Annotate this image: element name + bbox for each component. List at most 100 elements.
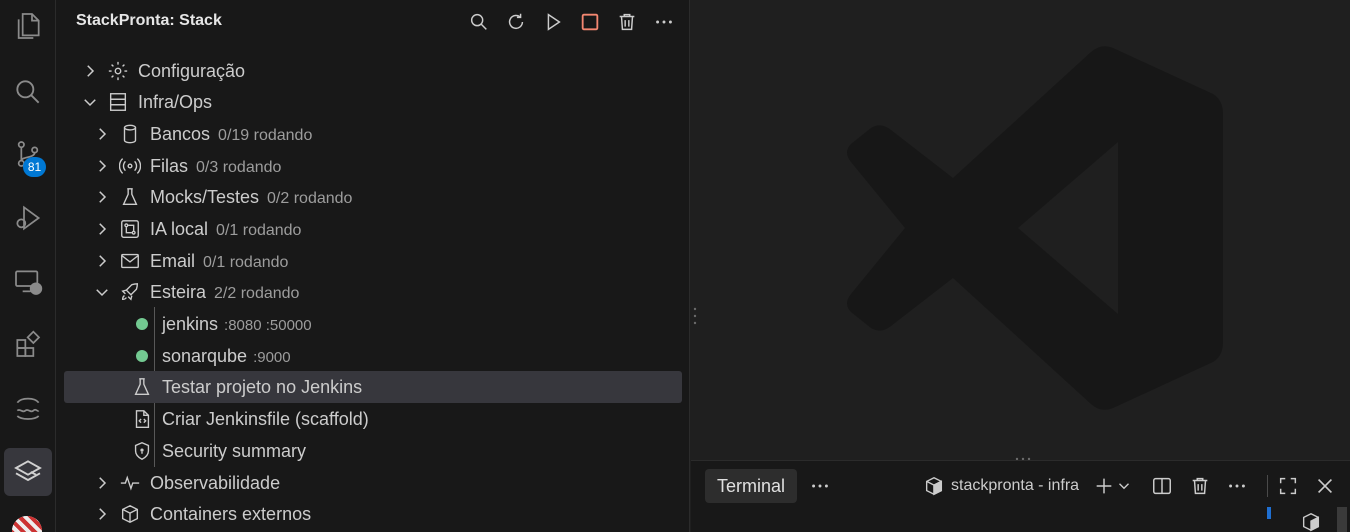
tree-item-security-summary[interactable]: Security summary xyxy=(64,435,682,467)
split-icon xyxy=(1153,477,1171,495)
sidebar-title: StackPronta: Stack xyxy=(76,12,222,29)
account-avatar[interactable] xyxy=(12,516,42,532)
stackpronta-icon[interactable] xyxy=(4,448,52,496)
ellipsis-icon xyxy=(1229,484,1245,488)
tree-item-esteira[interactable]: Esteira 2/2 rodando xyxy=(64,276,682,308)
pulse-icon xyxy=(118,471,142,495)
tree-item-label: Filas xyxy=(150,155,189,176)
extensions-icon[interactable] xyxy=(4,320,52,368)
vscode-window: 81 E recomendações para este ambiente WS… xyxy=(0,0,1350,532)
search-button[interactable] xyxy=(460,6,497,38)
refresh-icon xyxy=(508,13,523,30)
chevron-right-icon[interactable] xyxy=(92,124,112,144)
wave-extension-icon[interactable] xyxy=(4,384,52,432)
tree-item-email[interactable]: Email 0/1 rodando xyxy=(64,245,682,277)
tree-item-criar-jenkinsfile[interactable]: Criar Jenkinsfile (scaffold) xyxy=(64,403,682,435)
tree-item-bancos[interactable]: Bancos 0/19 rodando xyxy=(64,118,682,150)
play-icon xyxy=(547,13,561,31)
tree-item-description: 0/3 rodando xyxy=(196,158,282,176)
terminal-cursor xyxy=(1267,507,1271,519)
sidebar-actions xyxy=(460,6,682,38)
sidebar: E recomendações para este ambiente WSL2 … xyxy=(56,0,690,532)
tab-terminal[interactable]: Terminal xyxy=(705,469,797,503)
rocket-icon xyxy=(118,280,142,304)
terminal-more-button[interactable] xyxy=(1222,471,1252,501)
terminal-tab-icon[interactable] xyxy=(1297,511,1325,532)
tree-item-description: 2/2 rodando xyxy=(214,284,300,302)
tree-item-description: 0/1 rodando xyxy=(203,253,289,271)
chevron-right-icon[interactable] xyxy=(92,251,112,271)
kill-terminal-button[interactable] xyxy=(1185,471,1215,501)
running-status-icon xyxy=(130,344,154,368)
explorer-icon[interactable] xyxy=(4,2,52,50)
chevron-right-icon[interactable] xyxy=(92,504,112,524)
chevron-right-icon[interactable] xyxy=(92,187,112,207)
trash-icon xyxy=(619,13,634,31)
tree-item-description: :9000 xyxy=(253,348,291,366)
run-debug-icon[interactable] xyxy=(4,194,52,242)
tree-item-observabilidade[interactable]: Observabilidade xyxy=(64,467,682,499)
server-icon xyxy=(106,90,130,114)
tree-item-filas[interactable]: Filas 0/3 rodando xyxy=(64,150,682,182)
search-icon[interactable] xyxy=(4,68,52,116)
tree-item-ia-local[interactable]: IA local 0/1 rodando xyxy=(64,213,682,245)
chevron-down-icon[interactable] xyxy=(92,282,112,302)
terminal-dropdown-button[interactable] xyxy=(1115,471,1133,501)
chevron-right-icon[interactable] xyxy=(92,219,112,239)
chevron-down-icon[interactable] xyxy=(80,92,100,112)
maximize-icon xyxy=(1279,477,1297,495)
tree-item-testar-projeto[interactable]: Testar projeto no Jenkins xyxy=(64,371,682,403)
trash-icon xyxy=(1192,477,1208,495)
database-icon xyxy=(118,122,142,146)
ellipsis-icon xyxy=(655,20,672,24)
tree-item-label: Email xyxy=(150,250,196,271)
split-terminal-button[interactable] xyxy=(1147,471,1177,501)
tree-item-label: Bancos xyxy=(150,123,211,144)
chevron-right-icon[interactable] xyxy=(92,156,112,176)
tree-item-configuracao[interactable]: Configuração xyxy=(64,55,682,87)
plus-icon xyxy=(1096,478,1112,494)
tree-item-containers-externos[interactable]: Containers externos xyxy=(64,498,682,530)
file-code-icon xyxy=(130,407,154,431)
delete-button[interactable] xyxy=(608,6,645,38)
ellipsis-icon xyxy=(812,484,828,488)
start-button[interactable] xyxy=(534,6,571,38)
terminal-name[interactable]: stackpronta - infra xyxy=(951,477,1079,495)
tree-item-label: Containers externos xyxy=(150,503,312,524)
tree-item-label: Criar Jenkinsfile (scaffold) xyxy=(162,408,369,429)
sidebar-resize-handle[interactable] xyxy=(692,306,698,326)
tree-item-infra-ops[interactable]: Infra/Ops xyxy=(64,86,682,118)
tree-item-label: Infra/Ops xyxy=(138,91,213,112)
tree-item-label: jenkins xyxy=(162,313,219,334)
panel-more-button[interactable] xyxy=(805,471,835,501)
tree-item-jenkins[interactable]: jenkins :8080 :50000 xyxy=(64,308,682,340)
tree-item-label: IA local xyxy=(150,218,209,239)
toolbar-separator xyxy=(1267,475,1268,497)
stop-button[interactable] xyxy=(571,6,608,38)
terminal-scrollbar[interactable] xyxy=(1337,507,1347,532)
running-status-icon xyxy=(130,312,154,336)
tree-item-description: 0/2 rodando xyxy=(267,189,353,207)
close-panel-button[interactable] xyxy=(1310,471,1340,501)
chevron-right-icon[interactable] xyxy=(92,473,112,493)
broadcast-icon xyxy=(118,154,142,178)
tree-item-label: Testar projeto no Jenkins xyxy=(162,376,363,397)
remote-explorer-icon[interactable] xyxy=(4,258,52,306)
tree-item-description: :8080 :50000 xyxy=(224,316,312,334)
package-icon xyxy=(118,502,142,526)
close-icon xyxy=(1317,478,1333,494)
tree-item-sonarqube[interactable]: sonarqube :9000 xyxy=(64,340,682,372)
circuit-board-icon xyxy=(118,217,142,241)
shield-icon xyxy=(130,439,154,463)
beaker-icon xyxy=(118,185,142,209)
tree-item-mocks-testes[interactable]: Mocks/Testes 0/2 rodando xyxy=(64,181,682,213)
more-actions-button[interactable] xyxy=(645,6,682,38)
maximize-panel-button[interactable] xyxy=(1273,471,1303,501)
sidebar-header: StackPronta: Stack xyxy=(56,0,689,44)
refresh-button[interactable] xyxy=(497,6,534,38)
activity-bar: 81 xyxy=(0,0,56,532)
chevron-right-icon[interactable] xyxy=(80,61,100,81)
scm-badge: 81 xyxy=(23,157,46,177)
tree-item-label: sonarqube xyxy=(162,345,248,366)
vscode-logo-watermark xyxy=(847,46,1223,410)
